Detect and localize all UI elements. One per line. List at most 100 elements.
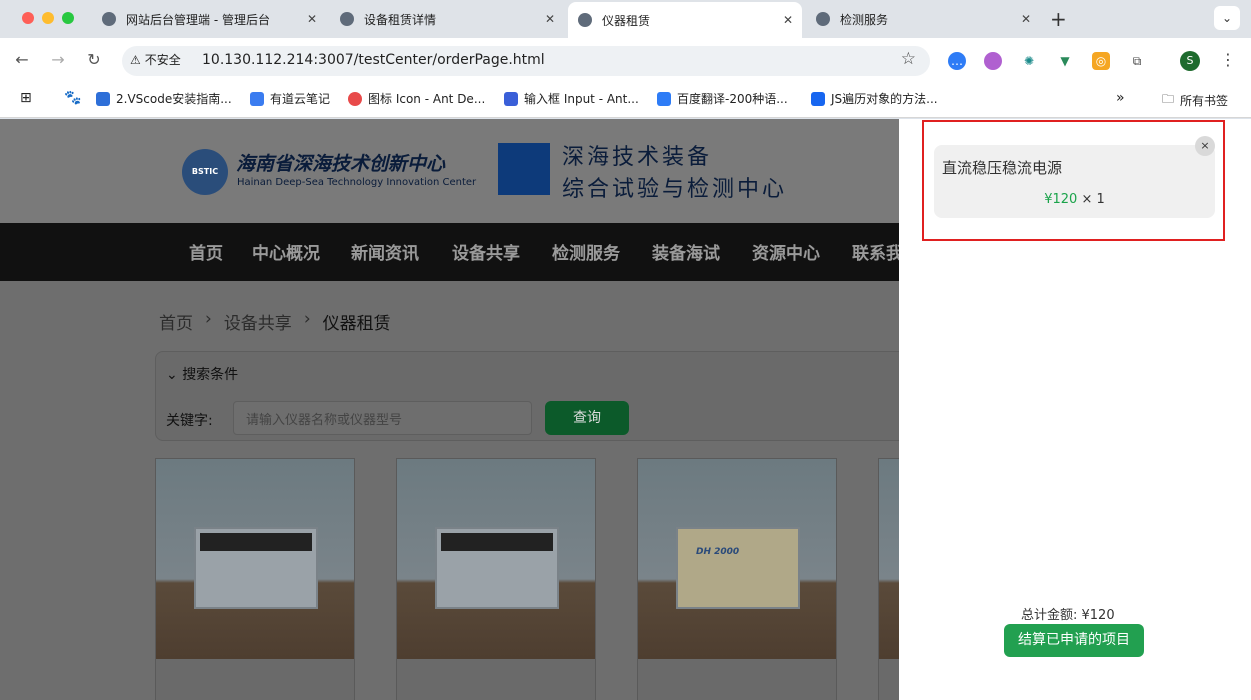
folder-icon: 🗀: [1162, 92, 1175, 106]
avatar[interactable]: S: [1180, 51, 1200, 71]
all-bookmarks-label: 所有书签: [1180, 94, 1229, 108]
globe-icon: [816, 12, 830, 26]
openai-extension-icon[interactable]: ✺: [1020, 52, 1038, 70]
breadcrumb: 首页 › 设备共享 › 仪器租赁: [159, 309, 391, 334]
query-button[interactable]: 查询: [545, 401, 629, 435]
breadcrumb-current: 仪器租赁: [322, 314, 391, 334]
chevron-down-icon: ⌄: [166, 367, 178, 383]
nav-contact[interactable]: 联系我: [852, 239, 903, 264]
tab-admin[interactable]: 网站后台管理端 - 管理后台 ✕: [92, 4, 326, 34]
nav-home[interactable]: 首页: [189, 239, 223, 264]
breadcrumb-separator: ›: [205, 309, 212, 329]
minimize-window-button[interactable]: [42, 12, 54, 24]
browser-chrome: 网站后台管理端 - 管理后台 ✕ 设备租赁详情 ✕ 仪器租赁 ✕ 检测服务 ✕ …: [0, 0, 1251, 120]
bookmark-youdao[interactable]: 有道云笔记: [250, 90, 330, 107]
checkout-button[interactable]: 结算已申请的项目: [1004, 624, 1144, 657]
tab-rental-detail[interactable]: 设备租赁详情 ✕: [330, 4, 564, 34]
close-tab-icon[interactable]: ✕: [542, 12, 558, 26]
instrument-model-label: DH 2000: [696, 547, 740, 557]
brain-extension-icon[interactable]: [984, 52, 1002, 70]
nav-news[interactable]: 新闻资讯: [351, 239, 419, 264]
search-header[interactable]: ⌄ 搜索条件: [166, 364, 238, 384]
baidu-icon[interactable]: 🐾: [64, 90, 81, 106]
bookmark-label: 输入框 Input - Ant...: [524, 92, 639, 106]
bookmark-label: JS遍历对象的方法...: [831, 92, 938, 106]
site-banner: BSTIC 海南省深海技术创新中心 Hainan Deep-Sea Techno…: [0, 119, 900, 223]
tab-title: 仪器租赁: [602, 13, 651, 28]
org-name-cn: 海南省深海技术创新中心: [236, 153, 446, 175]
shield-icon: [504, 91, 518, 106]
close-tab-icon[interactable]: ✕: [780, 13, 796, 27]
bookmark-star-icon[interactable]: ☆: [901, 49, 916, 69]
product-card[interactable]: [155, 458, 355, 700]
product-card[interactable]: [396, 458, 596, 700]
breadcrumb-equipment[interactable]: 设备共享: [224, 309, 292, 334]
tab-bar: 网站后台管理端 - 管理后台 ✕ 设备租赁详情 ✕ 仪器租赁 ✕ 检测服务 ✕ …: [0, 0, 1251, 38]
forward-icon[interactable]: →: [46, 48, 70, 72]
bookmark-vscode[interactable]: 2.VScode安装指南...: [96, 90, 232, 107]
translate-icon: [657, 91, 671, 106]
bookmark-label: 百度翻译-200种语...: [677, 92, 788, 106]
bookmark-zhihu[interactable]: JS遍历对象的方法...: [811, 90, 938, 107]
bookmarks-bar: ⊞ 🐾 2.VScode安装指南... 有道云笔记 图标 Icon - Ant …: [0, 82, 1251, 118]
tab-instrument-rental[interactable]: 仪器租赁 ✕: [568, 2, 802, 38]
security-indicator[interactable]: ⚠ 不安全: [130, 51, 181, 68]
bookmark-antd-icon[interactable]: 图标 Icon - Ant De...: [348, 90, 485, 107]
nav-resources[interactable]: 资源中心: [752, 239, 820, 264]
vue-extension-icon[interactable]: ▼: [1056, 52, 1074, 70]
chat-extension-icon[interactable]: …: [948, 52, 966, 70]
bookmark-baidu-translate[interactable]: 百度翻译-200种语...: [657, 90, 788, 107]
bookmark-antd-input[interactable]: 输入框 Input - Ant...: [504, 90, 639, 107]
nav-testing[interactable]: 检测服务: [552, 239, 620, 264]
address-bar[interactable]: ⚠ 不安全 10.130.112.214:3007/testCenter/ord…: [122, 46, 930, 76]
site-favicon-icon: [578, 13, 592, 27]
puzzle-extension-icon[interactable]: ⧉: [1128, 52, 1146, 70]
building-icon: [498, 143, 550, 195]
orange-extension-icon[interactable]: ◎: [1092, 52, 1110, 70]
display-panel: [200, 533, 312, 551]
keyword-input[interactable]: 请输入仪器名称或仪器型号: [233, 401, 532, 435]
site-favicon-icon: [340, 12, 354, 26]
search-panel: ⌄ 搜索条件 关键字: 请输入仪器名称或仪器型号 查询: [155, 351, 915, 441]
url-text[interactable]: 10.130.112.214:3007/testCenter/orderPage…: [202, 52, 545, 68]
breadcrumb-separator: ›: [303, 309, 311, 329]
bookmarks-more-button[interactable]: »: [1116, 90, 1125, 106]
reload-icon[interactable]: ↻: [82, 48, 106, 72]
back-icon[interactable]: ←: [10, 48, 34, 72]
maximize-window-button[interactable]: [62, 12, 74, 24]
close-tab-icon[interactable]: ✕: [1018, 12, 1034, 26]
center-name-line2: 综合试验与检测中心: [562, 177, 788, 202]
apps-icon[interactable]: ⊞: [20, 90, 32, 106]
youdao-icon: [250, 91, 264, 106]
tab-testing-service[interactable]: 检测服务 ✕: [806, 4, 1040, 34]
keyword-label: 关键字:: [166, 413, 213, 429]
menu-icon[interactable]: ⋮: [1220, 50, 1236, 69]
antd-icon: [348, 91, 362, 106]
highlight-box: [922, 120, 1225, 241]
close-tab-icon[interactable]: ✕: [304, 12, 320, 26]
vscode-icon: [96, 91, 110, 106]
close-window-button[interactable]: [22, 12, 34, 24]
nav-about[interactable]: 中心概况: [252, 239, 320, 264]
security-label: 不安全: [144, 53, 181, 67]
bookmark-label: 有道云笔记: [270, 92, 331, 106]
new-tab-button[interactable]: +: [1050, 7, 1067, 31]
all-bookmarks[interactable]: 🗀 所有书签: [1162, 90, 1228, 111]
main-nav: 首页 中心概况 新闻资讯 设备共享 检测服务 装备海试 资源中心 联系我: [0, 223, 903, 281]
instrument-image: [676, 527, 800, 609]
org-name-en: Hainan Deep-Sea Technology Innovation Ce…: [237, 177, 477, 188]
bookmark-label: 图标 Icon - Ant De...: [368, 92, 486, 106]
display-panel: [441, 533, 553, 551]
nav-equipment-share[interactable]: 设备共享: [452, 239, 520, 264]
site-logo: BSTIC: [182, 149, 228, 195]
product-card[interactable]: DH 2000: [637, 458, 837, 700]
tab-title: 网站后台管理端 - 管理后台: [126, 12, 270, 27]
nav-sea-trial[interactable]: 装备海试: [652, 239, 720, 264]
tab-title: 检测服务: [840, 12, 889, 27]
tab-search-button[interactable]: ⌄: [1214, 6, 1240, 30]
center-name-line1: 深海技术装备: [562, 145, 713, 170]
bookmark-label: 2.VScode安装指南...: [116, 92, 232, 106]
breadcrumb-home[interactable]: 首页: [159, 309, 193, 334]
search-header-label: 搜索条件: [182, 367, 239, 383]
warning-icon: ⚠: [130, 52, 141, 67]
